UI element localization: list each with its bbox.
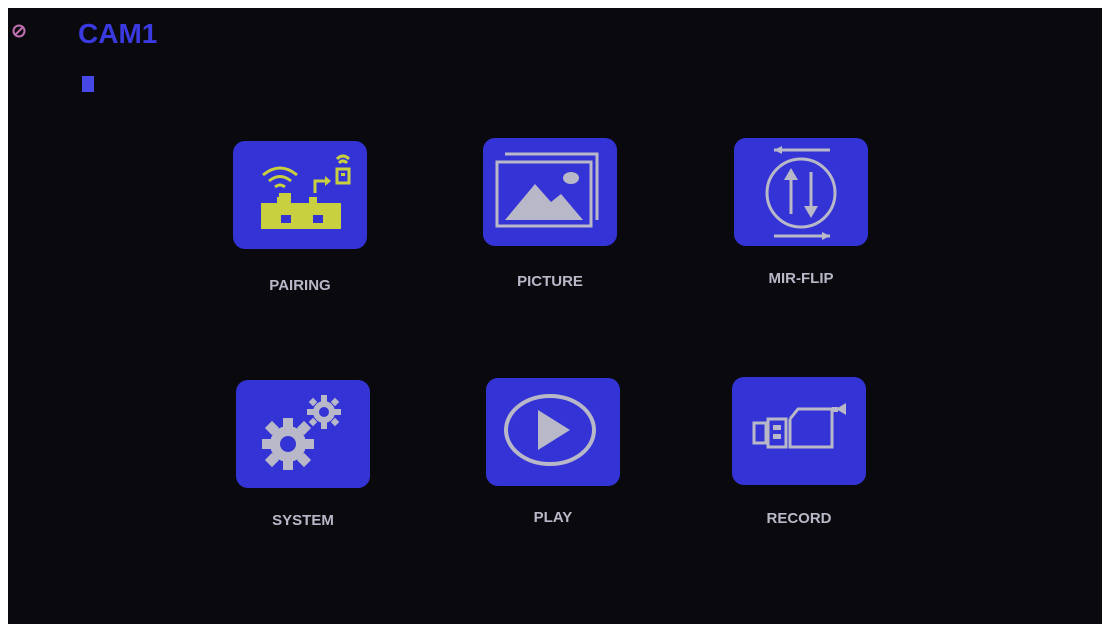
menu-item-pairing[interactable]: PAIRING (233, 141, 383, 301)
mirror-flip-icon (765, 146, 837, 240)
menu-label-record: RECORD (766, 510, 832, 527)
menu-label-pairing: PAIRING (269, 277, 331, 294)
edit-circle-icon (12, 24, 26, 38)
menu-label-mir-flip: MIR-FLIP (768, 270, 834, 287)
monitor-screen: CAM1 PAIRING PICTURE MIR-FLIP SYSTEM PLA… (8, 8, 1102, 624)
play-tile[interactable] (486, 378, 620, 486)
menu-item-record[interactable]: RECORD (732, 377, 882, 537)
menu-label-system: SYSTEM (272, 512, 334, 529)
gears-icon (262, 395, 341, 470)
pairing-tile[interactable] (233, 141, 367, 249)
menu-item-system[interactable]: SYSTEM (236, 380, 386, 540)
menu-label-play: PLAY (533, 509, 573, 526)
signal-bar-icon (82, 76, 94, 92)
picture-icon (495, 152, 599, 228)
pairing-icon (261, 154, 351, 229)
video-camera-icon (752, 403, 846, 449)
menu-label-picture: PICTURE (517, 273, 583, 290)
system-tile[interactable] (236, 380, 370, 488)
menu-item-play[interactable]: PLAY (486, 378, 636, 538)
menu-item-picture[interactable]: PICTURE (483, 138, 633, 298)
picture-tile[interactable] (483, 138, 617, 246)
camera-title: CAM1 (78, 18, 158, 49)
menu-item-mir-flip[interactable]: MIR-FLIP (734, 138, 884, 298)
mir-flip-tile[interactable] (734, 138, 868, 246)
play-icon (504, 394, 596, 466)
record-tile[interactable] (732, 377, 866, 485)
